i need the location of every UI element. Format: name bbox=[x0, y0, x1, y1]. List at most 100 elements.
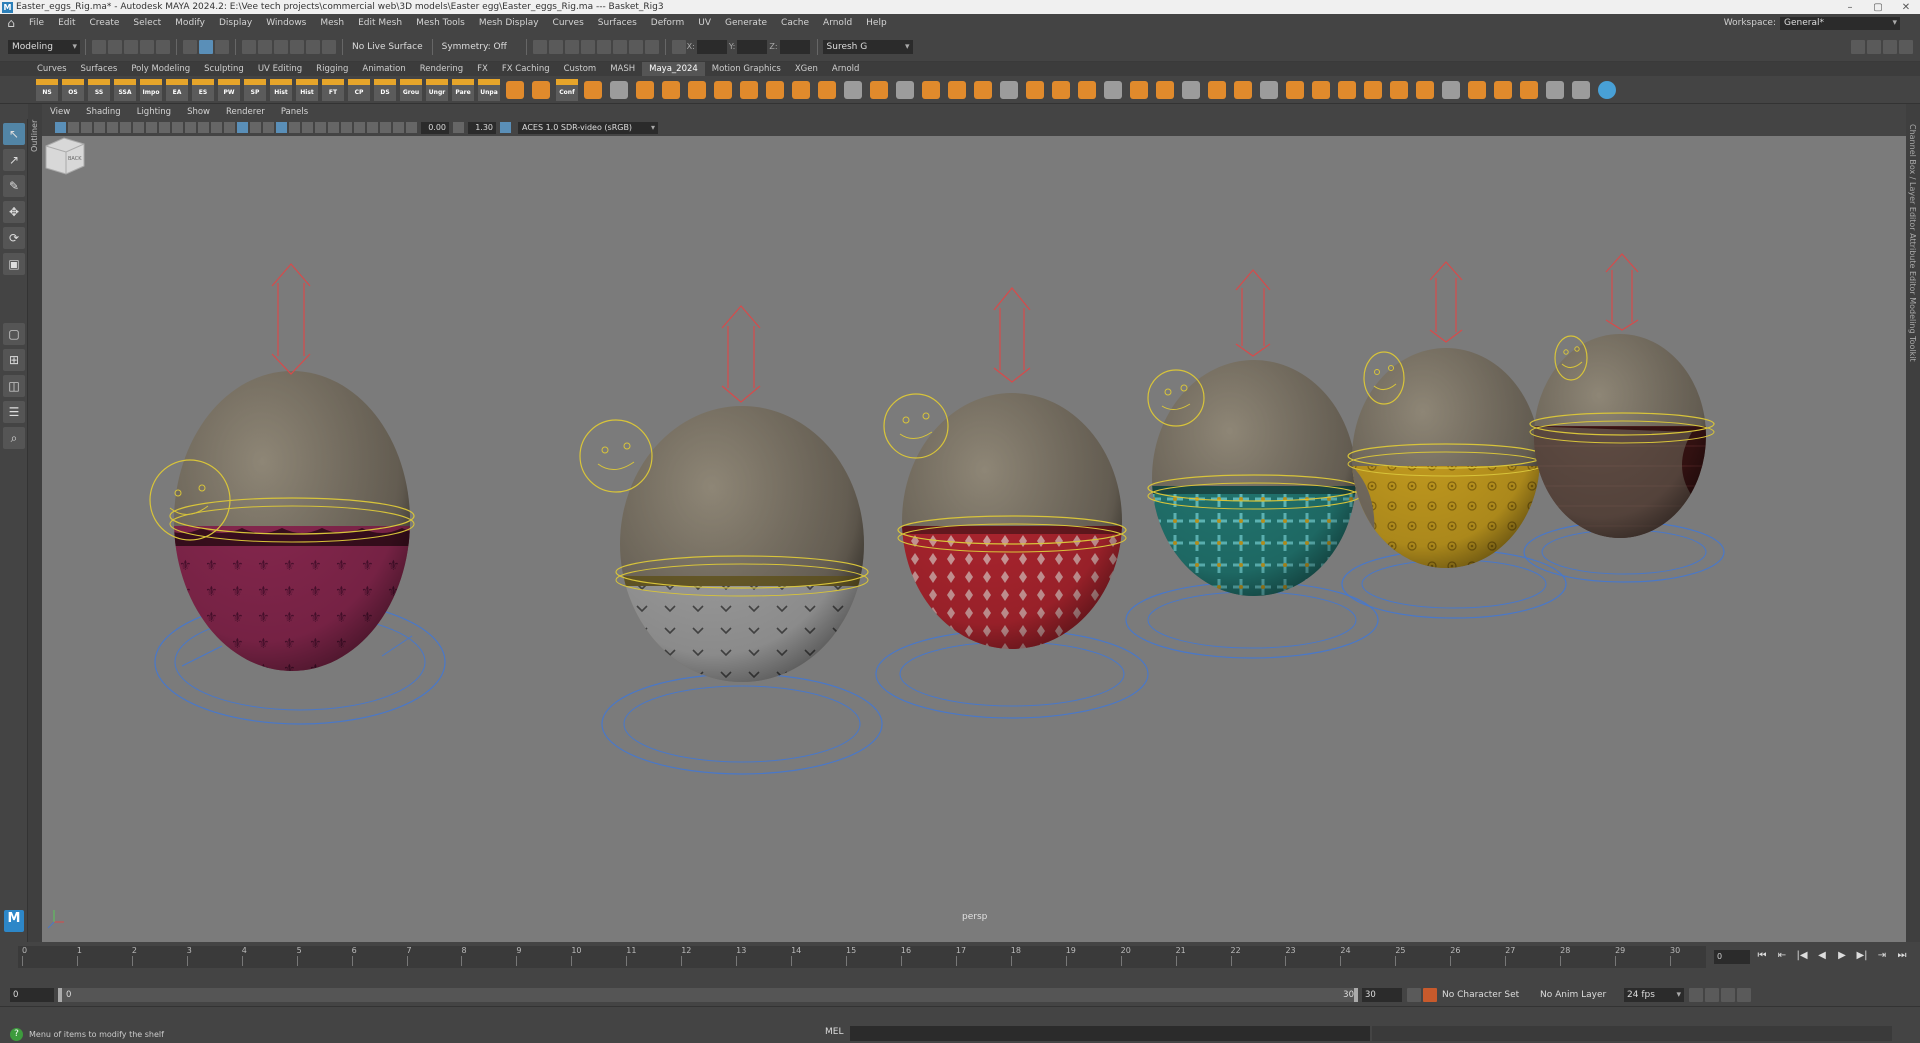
tab-xgen[interactable]: XGen bbox=[788, 62, 825, 76]
x-field[interactable] bbox=[696, 39, 727, 54]
go-to-start-icon[interactable]: ⏮ bbox=[1752, 950, 1772, 961]
grid-icon[interactable] bbox=[610, 80, 628, 99]
shelf-button-pw[interactable]: PW bbox=[218, 78, 240, 101]
reduce-icon[interactable] bbox=[948, 80, 966, 99]
panel-menu-shading[interactable]: Shading bbox=[78, 107, 129, 117]
menu-mesh-display[interactable]: Mesh Display bbox=[472, 18, 546, 28]
snap-point-icon[interactable] bbox=[274, 39, 288, 54]
freeze-transform-icon[interactable] bbox=[1286, 80, 1304, 99]
soccer-ball-icon[interactable] bbox=[1546, 80, 1564, 99]
user-account-dropdown[interactable]: Suresh G bbox=[822, 39, 913, 54]
diamond-icon[interactable] bbox=[584, 80, 602, 99]
field-chart-icon[interactable] bbox=[185, 122, 196, 133]
snap-surface-icon[interactable] bbox=[306, 39, 320, 54]
shelf-button-ns[interactable]: NS bbox=[36, 78, 58, 101]
color-space-dropdown[interactable]: ACES 1.0 SDR-video (sRGB) bbox=[518, 121, 658, 134]
menu-create[interactable]: Create bbox=[83, 18, 127, 28]
menu-surfaces[interactable]: Surfaces bbox=[591, 18, 644, 28]
menu-help[interactable]: Help bbox=[859, 18, 894, 28]
tab-poly-modeling[interactable]: Poly Modeling bbox=[124, 62, 197, 76]
egg-2-grey-chevron[interactable] bbox=[579, 305, 883, 775]
panel-menu-panels[interactable]: Panels bbox=[273, 107, 316, 117]
hypershade-icon[interactable] bbox=[596, 39, 611, 54]
time-slider[interactable]: 0 1 2 3 4 5 6 7 8 9 10 11 12 13 14 15 16 17 18 19 20 21 22 23 24… bbox=[0, 942, 1920, 984]
range-slider[interactable]: 0 30 bbox=[58, 988, 1358, 1002]
character-set-dropdown[interactable]: No Character Set bbox=[1442, 990, 1532, 1000]
auto-key-icon[interactable] bbox=[1407, 988, 1421, 1002]
shelf-button-ds[interactable]: DS bbox=[374, 78, 396, 101]
menu-uv[interactable]: UV bbox=[691, 18, 718, 28]
open-scene-icon[interactable] bbox=[108, 39, 122, 54]
y-field[interactable] bbox=[737, 39, 768, 54]
new-scene-icon[interactable] bbox=[92, 39, 106, 54]
shelf-button-os[interactable]: OS bbox=[62, 78, 84, 101]
tab-surfaces[interactable]: Surfaces bbox=[74, 62, 125, 76]
menu-modify[interactable]: Modify bbox=[168, 18, 212, 28]
select-tool-icon[interactable]: ↖ bbox=[3, 123, 25, 145]
exposure-icon[interactable] bbox=[406, 122, 417, 133]
tab-motion-graphics[interactable]: Motion Graphics bbox=[705, 62, 788, 76]
egg-6-dark-red[interactable] bbox=[1522, 253, 1725, 583]
tab-maya-2024[interactable]: Maya_2024 bbox=[642, 62, 705, 76]
scale-icon[interactable] bbox=[1390, 80, 1408, 99]
tab-uv-editing[interactable]: UV Editing bbox=[251, 62, 309, 76]
menu-mesh-tools[interactable]: Mesh Tools bbox=[409, 18, 472, 28]
shelf-button-impo[interactable]: Impo bbox=[140, 78, 162, 101]
tool-settings-icon[interactable] bbox=[1883, 39, 1897, 54]
triangulate-icon[interactable] bbox=[1000, 80, 1018, 99]
use-all-lights-icon[interactable] bbox=[289, 122, 300, 133]
shelf-button-pare[interactable]: Pare bbox=[452, 78, 474, 101]
smooth-shade-icon[interactable] bbox=[237, 122, 248, 133]
fps-dropdown[interactable]: 24 fps bbox=[1624, 988, 1684, 1002]
mirror-icon[interactable] bbox=[792, 80, 810, 99]
arnold-render-icon[interactable] bbox=[612, 39, 627, 54]
viewcube-icon[interactable]: BACK bbox=[42, 136, 86, 176]
shelf-button-es[interactable]: ES bbox=[192, 78, 214, 101]
grid-toggle-icon[interactable] bbox=[133, 122, 144, 133]
symmetry-dropdown[interactable]: Symmetry: Off bbox=[442, 42, 517, 52]
shelf-button-sp[interactable]: SP bbox=[244, 78, 266, 101]
menu-arnold[interactable]: Arnold bbox=[816, 18, 859, 28]
menu-cache[interactable]: Cache bbox=[774, 18, 816, 28]
select-hierarchy-icon[interactable] bbox=[183, 39, 197, 54]
boolean-icon[interactable] bbox=[818, 80, 836, 99]
save-scene-icon[interactable] bbox=[124, 39, 138, 54]
channel-box-icon[interactable] bbox=[1899, 39, 1913, 54]
move-tool-icon[interactable]: ✥ bbox=[3, 201, 25, 223]
cache-icon[interactable] bbox=[1705, 988, 1719, 1002]
outliner-tab[interactable]: Outliner bbox=[28, 104, 42, 942]
preferences-icon[interactable] bbox=[1737, 988, 1751, 1002]
poly-cube-icon[interactable] bbox=[532, 80, 550, 99]
rotate-tool-icon[interactable]: ⟳ bbox=[3, 227, 25, 249]
cut-faces-icon[interactable] bbox=[1416, 80, 1434, 99]
two-view-icon[interactable]: ◫ bbox=[3, 375, 25, 397]
xray-joints-icon[interactable] bbox=[393, 122, 404, 133]
image-plane-icon[interactable] bbox=[94, 122, 105, 133]
transform-input-icon[interactable] bbox=[671, 39, 686, 54]
egg-1-pink-fleur[interactable] bbox=[149, 263, 446, 725]
range-end-handle[interactable] bbox=[1354, 988, 1358, 1002]
shelf-button-grou[interactable]: Grou bbox=[400, 78, 422, 101]
film-gate-icon[interactable] bbox=[146, 122, 157, 133]
maya-logo-icon[interactable]: M bbox=[4, 910, 24, 932]
cleanup-icon[interactable] bbox=[974, 80, 992, 99]
select-component-icon[interactable] bbox=[215, 39, 229, 54]
search-icon[interactable]: ⌕ bbox=[3, 427, 25, 449]
panel-menu-lighting[interactable]: Lighting bbox=[129, 107, 179, 117]
tab-rigging[interactable]: Rigging bbox=[309, 62, 355, 76]
helix-icon[interactable] bbox=[1520, 80, 1538, 99]
time-ruler[interactable]: 0 1 2 3 4 5 6 7 8 9 10 11 12 13 14 15 16 17 18 19 20 21 22 23 24… bbox=[18, 946, 1706, 968]
attribute-editor-icon[interactable] bbox=[1867, 39, 1881, 54]
current-frame-field[interactable]: 0 bbox=[1714, 950, 1750, 964]
menu-mesh[interactable]: Mesh bbox=[313, 18, 351, 28]
outliner-layout-icon[interactable]: ☰ bbox=[3, 401, 25, 423]
arnold-light-icon[interactable] bbox=[1598, 80, 1616, 99]
tab-fx[interactable]: FX bbox=[470, 62, 495, 76]
scale-tool-icon[interactable]: ▣ bbox=[3, 253, 25, 275]
layer-icon[interactable] bbox=[1364, 80, 1382, 99]
tab-curves[interactable]: Curves bbox=[30, 62, 74, 76]
maximize-icon[interactable]: ▢ bbox=[1864, 2, 1892, 13]
snap-view-icon[interactable] bbox=[290, 39, 304, 54]
fill-hole-icon[interactable] bbox=[922, 80, 940, 99]
shelf-button-ss[interactable]: SS bbox=[88, 78, 110, 101]
